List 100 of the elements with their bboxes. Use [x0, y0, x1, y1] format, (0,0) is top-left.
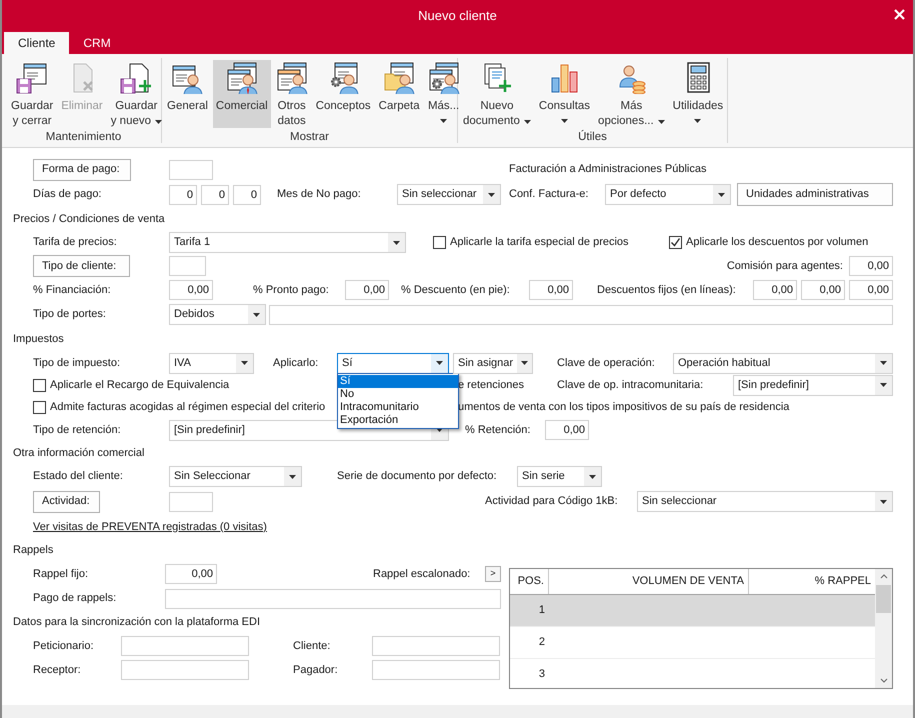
field-label: Tipo de portes: — [33, 307, 106, 322]
ribbon-button[interactable]: Guardar y nuevo — [108, 60, 166, 128]
dropdown-option[interactable]: Intracomunitario — [338, 400, 458, 414]
input-field[interactable]: 0 — [169, 184, 197, 204]
input-field[interactable]: 0,00 — [849, 280, 893, 300]
ribbon-button[interactable]: Carpeta — [376, 60, 423, 128]
form-button[interactable]: Unidades administrativas — [737, 183, 893, 206]
window-title: Nuevo cliente — [418, 7, 497, 26]
caret-icon — [393, 240, 400, 244]
form-button[interactable]: Forma de pago: — [33, 158, 131, 180]
form-button[interactable]: Tipo de cliente: — [33, 255, 130, 277]
input-field[interactable] — [372, 660, 500, 680]
dropdown[interactable]: Sin seleccionar — [637, 491, 893, 512]
input-field[interactable]: 0,00 — [529, 280, 573, 300]
input-field[interactable]: 0,00 — [169, 280, 213, 300]
group-label: Mostrar — [289, 130, 330, 145]
column-header[interactable]: % RAPPEL — [749, 569, 875, 594]
ribbon-button[interactable]: Comercial — [212, 60, 271, 128]
field-label: Comisión para agentes: — [726, 258, 843, 274]
column-header[interactable]: POS. — [510, 569, 549, 594]
folder-person-icon — [383, 62, 416, 94]
section-title: Impuestos — [13, 332, 64, 347]
caret-icon — [253, 312, 260, 316]
field-label: Descuentos fijos (en líneas): — [597, 282, 736, 298]
input-field[interactable]: 0 — [233, 184, 261, 204]
form-button[interactable]: Actividad: — [33, 490, 100, 512]
input-field[interactable]: 0,00 — [801, 280, 845, 300]
input-field[interactable] — [169, 492, 213, 512]
input-field[interactable]: 0,00 — [753, 280, 797, 300]
field-label: Días de pago: — [33, 187, 102, 202]
scrollbar-thumb[interactable] — [876, 585, 891, 613]
field-label: % Financiación: — [33, 282, 111, 298]
checkbox[interactable] — [33, 378, 46, 392]
ribbon-button[interactable]: Otros datos — [272, 60, 311, 128]
dropdown-option[interactable]: No — [338, 388, 458, 400]
field-label: % Retención: — [465, 422, 530, 438]
dropdown[interactable]: IVA — [169, 352, 254, 374]
field-label: Conf. Factura-e: — [509, 187, 588, 202]
field-label: % Descuento (en pie): — [401, 282, 510, 298]
dropdown[interactable]: Sin seleccionar — [397, 184, 501, 205]
ribbon-button[interactable]: Nuevo documento — [460, 60, 534, 128]
input-field[interactable]: 0,00 — [849, 256, 893, 276]
ribbon-button[interactable]: Utilidades — [670, 60, 726, 128]
ribbon-button[interactable]: Más opciones... — [595, 60, 668, 128]
close-icon[interactable] — [894, 9, 905, 20]
ribbon-button[interactable]: Conceptos — [312, 60, 374, 128]
field-label: Tarifa de precios: — [33, 235, 117, 250]
checkbox[interactable] — [433, 236, 446, 249]
column-header[interactable]: VOLUMEN DE VENTA — [549, 569, 749, 594]
table-cell-text: 1 — [538, 603, 545, 618]
input-field[interactable] — [269, 304, 893, 324]
ribbon-button[interactable]: Consultas — [536, 60, 594, 128]
caret-icon — [880, 383, 887, 387]
input-field[interactable] — [169, 160, 213, 180]
caret-icon — [436, 361, 443, 365]
link[interactable]: Ver visitas de PREVENTA registradas (0 visitas) — [33, 518, 267, 536]
caret-icon — [880, 361, 887, 365]
arrow-button[interactable]: > — [485, 566, 501, 582]
ribbon-button[interactable]: Guardar y cerrar — [8, 60, 56, 128]
input-field[interactable] — [121, 660, 249, 680]
input-field[interactable]: 0 — [201, 184, 229, 204]
dropdown[interactable]: [Sin predefinir] — [733, 374, 893, 396]
caret-icon — [241, 361, 248, 365]
dropdown[interactable]: Sin serie — [517, 466, 602, 487]
ribbon-button[interactable]: General — [164, 60, 211, 128]
checkbox-label: Aplicarle la tarifa especial de precios — [450, 235, 629, 250]
field-label: Cliente: — [293, 638, 330, 654]
tab[interactable]: CRM — [69, 32, 125, 54]
dropdown[interactable]: Por defecto — [605, 184, 731, 205]
input-field[interactable]: 0,00 — [545, 420, 589, 440]
ribbon-button[interactable]: Más... — [424, 60, 463, 128]
dropdown[interactable]: Tarifa 1 — [169, 232, 406, 253]
checkbox[interactable] — [33, 400, 46, 414]
caret-icon — [880, 500, 887, 504]
dropdown[interactable]: Operación habitual — [673, 352, 893, 374]
group-label: Mantenimiento — [44, 130, 122, 145]
tab[interactable]: Cliente — [4, 32, 70, 54]
checkbox[interactable] — [669, 236, 682, 249]
dropdown[interactable]: Debidos — [169, 304, 266, 325]
table-row[interactable]: 1 — [510, 595, 875, 627]
input-field[interactable]: 0,00 — [165, 564, 217, 584]
dropdown[interactable]: Sin Seleccionar — [169, 466, 302, 487]
chevron-down-icon[interactable] — [880, 678, 888, 683]
scrollbar[interactable] — [875, 569, 892, 688]
field-label: Actividad para Código 1kB: — [485, 494, 618, 510]
field-label: Mes de No pago: — [277, 187, 361, 202]
input-field[interactable] — [169, 256, 206, 276]
caret-icon — [589, 474, 596, 478]
input-field[interactable]: 0,00 — [345, 280, 389, 300]
field-label: Tipo de retención: — [33, 422, 121, 438]
field-label: Serie de documento por defecto: — [337, 469, 497, 484]
dropdown[interactable]: Sin asignar — [453, 352, 533, 374]
input-field[interactable] — [165, 588, 501, 608]
window-floppy-icon — [16, 62, 48, 94]
table-cell-text: 3 — [538, 667, 545, 682]
input-field[interactable] — [372, 636, 500, 656]
dropdown-option[interactable]: Sí — [338, 374, 458, 388]
input-field[interactable] — [121, 636, 249, 656]
chevron-up-icon[interactable] — [880, 574, 888, 579]
field-label: Aplicarlo: — [273, 356, 318, 371]
